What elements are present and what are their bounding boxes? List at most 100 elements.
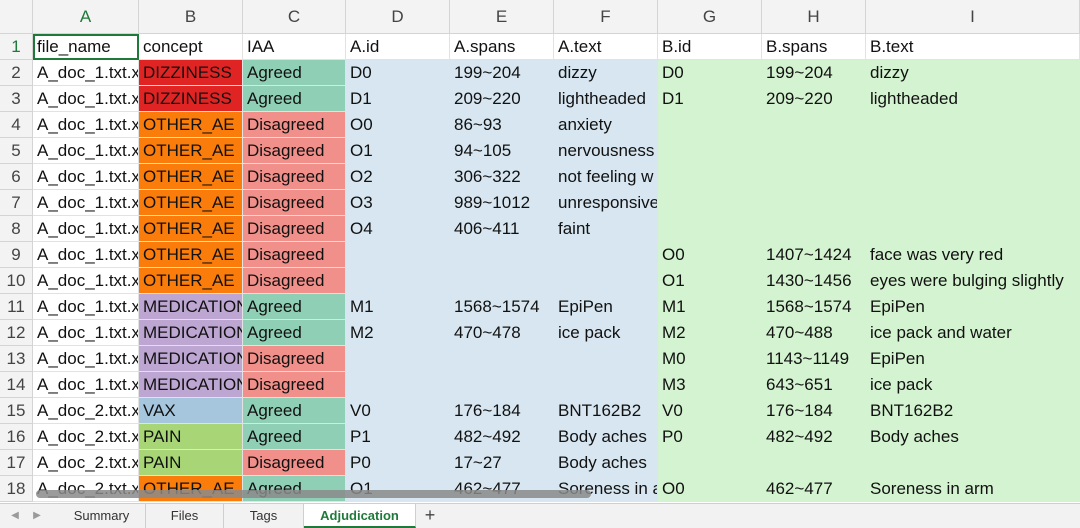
cell-a-text[interactable]: nervousness [554, 138, 658, 164]
row-number[interactable]: 8 [0, 216, 33, 242]
cell-b-spans[interactable]: 199~204 [762, 60, 866, 86]
cell-b-text[interactable]: lightheaded [866, 86, 1080, 112]
row-number[interactable]: 14 [0, 372, 33, 398]
cell-a-text[interactable]: EpiPen [554, 294, 658, 320]
cell-b-text[interactable] [866, 216, 1080, 242]
cell-a-id[interactable]: M1 [346, 294, 450, 320]
cell-b-id[interactable]: M0 [658, 346, 762, 372]
cell-a-text[interactable] [554, 372, 658, 398]
cell-a-spans[interactable]: 94~105 [450, 138, 554, 164]
cell-concept[interactable]: MEDICATION [139, 346, 243, 372]
scroll-tabs-left-icon[interactable]: ◀ [8, 507, 22, 525]
cell-iaa[interactable]: Agreed [243, 398, 346, 424]
cell-concept[interactable]: DIZZINESS [139, 60, 243, 86]
cell-iaa[interactable]: Disagreed [243, 268, 346, 294]
cell-iaa[interactable]: Disagreed [243, 112, 346, 138]
column-header-g[interactable]: G [658, 0, 762, 33]
cell-a-spans[interactable]: 406~411 [450, 216, 554, 242]
cell-a-spans[interactable] [450, 346, 554, 372]
cell-iaa[interactable]: Disagreed [243, 372, 346, 398]
cell-b-id[interactable]: M3 [658, 372, 762, 398]
cell-file-name[interactable]: A_doc_1.txt.x [33, 112, 139, 138]
cell-concept[interactable]: OTHER_AE [139, 190, 243, 216]
cell-b-text[interactable] [866, 450, 1080, 476]
sheet-tab-files[interactable]: Files [146, 504, 224, 528]
cell-file-name[interactable]: A_doc_1.txt.x [33, 190, 139, 216]
column-header-f[interactable]: F [554, 0, 658, 33]
cell-b-text[interactable]: Soreness in arm [866, 476, 1080, 502]
cell-iaa[interactable]: Disagreed [243, 450, 346, 476]
cell-a-id[interactable]: O0 [346, 112, 450, 138]
cell-a-spans[interactable]: 209~220 [450, 86, 554, 112]
row-number[interactable]: 12 [0, 320, 33, 346]
cell-a-spans[interactable] [450, 372, 554, 398]
row-number[interactable]: 6 [0, 164, 33, 190]
cell-a-id[interactable]: M2 [346, 320, 450, 346]
cell-concept[interactable]: PAIN [139, 424, 243, 450]
header-cell-file-name[interactable]: file_name [33, 34, 139, 60]
row-number[interactable]: 11 [0, 294, 33, 320]
cell-b-id[interactable] [658, 190, 762, 216]
row-number[interactable]: 13 [0, 346, 33, 372]
cell-a-id[interactable]: O2 [346, 164, 450, 190]
cell-a-text[interactable]: Soreness in a [554, 476, 658, 502]
cell-b-text[interactable]: dizzy [866, 60, 1080, 86]
column-header-b[interactable]: B [139, 0, 243, 33]
cell-b-id[interactable] [658, 450, 762, 476]
header-cell-concept[interactable]: concept [139, 34, 243, 60]
cell-a-spans[interactable]: 306~322 [450, 164, 554, 190]
cell-b-id[interactable]: D0 [658, 60, 762, 86]
cell-concept[interactable]: VAX [139, 398, 243, 424]
cell-file-name[interactable]: A_doc_2.txt.x [33, 424, 139, 450]
sheet-tab-adjudication[interactable]: Adjudication [304, 504, 416, 528]
cell-concept[interactable]: PAIN [139, 450, 243, 476]
cell-file-name[interactable]: A_doc_1.txt.x [33, 242, 139, 268]
row-number[interactable]: 1 [0, 34, 33, 60]
cell-a-id[interactable] [346, 346, 450, 372]
cell-iaa[interactable]: Agreed [243, 294, 346, 320]
cell-b-text[interactable]: EpiPen [866, 346, 1080, 372]
cell-file-name[interactable]: A_doc_1.txt.x [33, 86, 139, 112]
row-number[interactable]: 3 [0, 86, 33, 112]
cell-a-id[interactable] [346, 372, 450, 398]
header-cell-a-text[interactable]: A.text [554, 34, 658, 60]
cell-a-spans[interactable] [450, 268, 554, 294]
cell-iaa[interactable]: Disagreed [243, 138, 346, 164]
cell-iaa[interactable]: Disagreed [243, 346, 346, 372]
cell-file-name[interactable]: A_doc_1.txt.x [33, 294, 139, 320]
cell-a-id[interactable]: O3 [346, 190, 450, 216]
cell-b-spans[interactable]: 462~477 [762, 476, 866, 502]
row-number[interactable]: 17 [0, 450, 33, 476]
cell-concept[interactable]: OTHER_AE [139, 242, 243, 268]
cell-b-text[interactable]: EpiPen [866, 294, 1080, 320]
header-cell-b-spans[interactable]: B.spans [762, 34, 866, 60]
cell-iaa[interactable]: Agreed [243, 60, 346, 86]
cell-b-spans[interactable]: 176~184 [762, 398, 866, 424]
cell-file-name[interactable]: A_doc_2.txt.x [33, 450, 139, 476]
row-number[interactable]: 7 [0, 190, 33, 216]
cell-b-id[interactable]: O0 [658, 476, 762, 502]
cell-file-name[interactable]: A_doc_1.txt.x [33, 164, 139, 190]
cell-b-spans[interactable]: 1407~1424 [762, 242, 866, 268]
header-cell-a-id[interactable]: A.id [346, 34, 450, 60]
cell-file-name[interactable]: A_doc_2.txt.x [33, 398, 139, 424]
column-header-h[interactable]: H [762, 0, 866, 33]
cell-a-text[interactable]: dizzy [554, 60, 658, 86]
cell-a-id[interactable]: O4 [346, 216, 450, 242]
add-sheet-button[interactable]: + [416, 504, 444, 528]
cell-file-name[interactable]: A_doc_1.txt.x [33, 268, 139, 294]
cell-a-id[interactable]: D0 [346, 60, 450, 86]
header-cell-b-id[interactable]: B.id [658, 34, 762, 60]
cell-concept[interactable]: OTHER_AE [139, 138, 243, 164]
cell-b-text[interactable] [866, 112, 1080, 138]
cell-b-id[interactable] [658, 216, 762, 242]
cell-concept[interactable]: OTHER_AE [139, 112, 243, 138]
sheet-tab-summary[interactable]: Summary [58, 504, 146, 528]
cell-a-id[interactable]: O1 [346, 138, 450, 164]
cell-concept[interactable]: OTHER_AE [139, 476, 243, 502]
cell-b-id[interactable] [658, 164, 762, 190]
cell-b-spans[interactable]: 1568~1574 [762, 294, 866, 320]
cell-file-name[interactable]: A_doc_2.txt.x [33, 476, 139, 502]
cell-iaa[interactable]: Agreed [243, 86, 346, 112]
cell-a-text[interactable]: Body aches [554, 424, 658, 450]
